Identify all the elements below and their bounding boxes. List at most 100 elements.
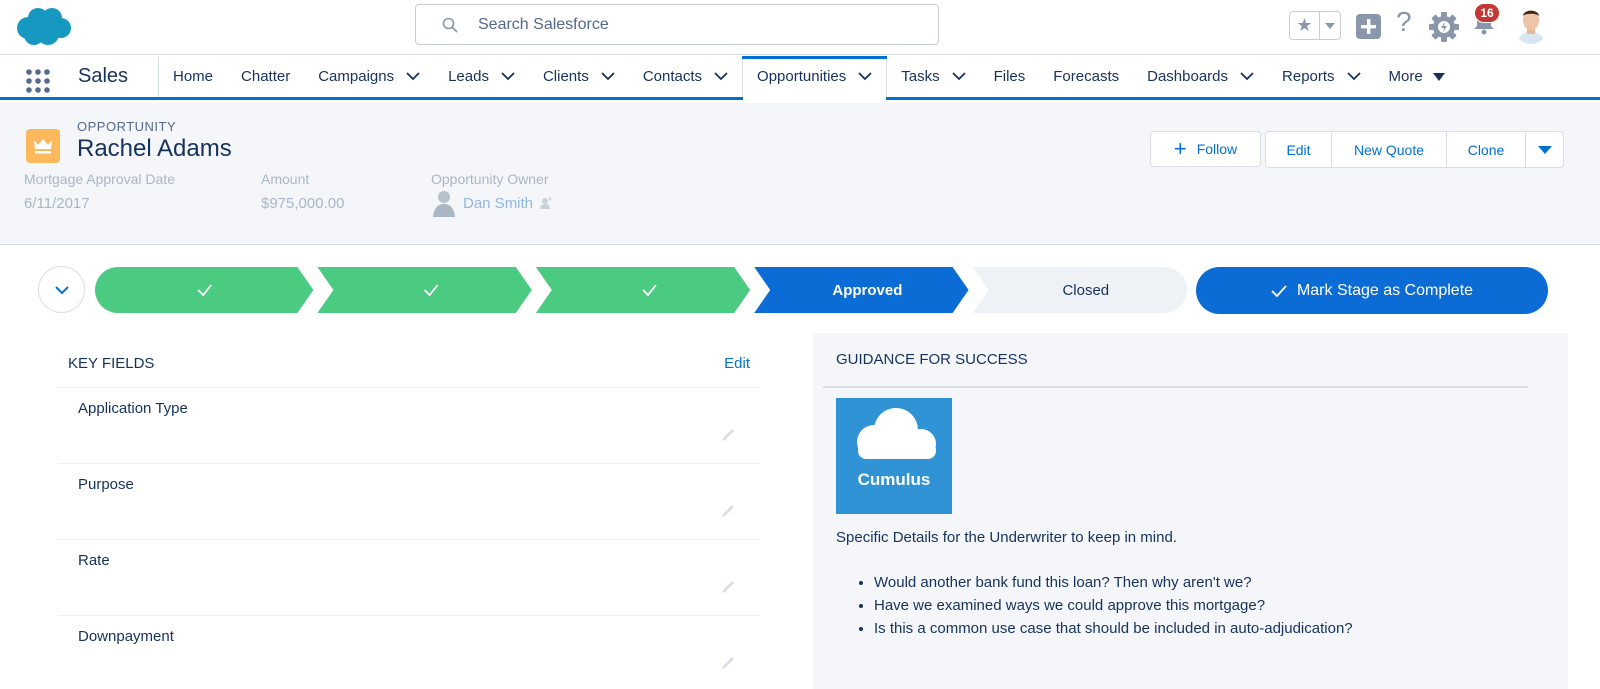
app-name: Sales: [78, 65, 129, 87]
follow-label: Follow: [1196, 141, 1238, 157]
edit-pencil-icon[interactable]: [720, 504, 736, 518]
key-field-label: Downpayment: [78, 628, 174, 645]
favorites-button[interactable]: ★: [1289, 11, 1341, 40]
nav-item-label: Dashboards: [1147, 68, 1229, 85]
key-fields-list: Application Type Purpose Rate Downpayment: [58, 388, 760, 689]
sales-path: Approved Closed: [95, 267, 1187, 313]
nav-item-leads[interactable]: Leads: [434, 56, 529, 97]
cloud-icon: [857, 408, 936, 459]
nav-item-reports[interactable]: Reports: [1268, 56, 1375, 97]
field-label: Opportunity Owner: [431, 171, 549, 187]
nav-item-chatter[interactable]: Chatter: [227, 56, 304, 97]
mark-complete-label: Mark Stage as Complete: [1296, 281, 1474, 299]
field-label: Mortgage Approval Date: [24, 171, 175, 187]
user-avatar[interactable]: [1513, 4, 1549, 44]
change-owner-icon[interactable]: [539, 196, 553, 210]
chevron-down-icon[interactable]: [1240, 72, 1254, 81]
key-field-label: Application Type: [78, 400, 188, 417]
header-field-approval-date: Mortgage Approval Date 6/11/2017: [24, 171, 175, 212]
record-actions-group: Edit New Quote Clone: [1265, 131, 1564, 168]
path-details-toggle[interactable]: [38, 266, 85, 313]
guidance-bullet: Have we examined ways we could approve t…: [874, 594, 1353, 617]
edit-pencil-icon[interactable]: [720, 428, 736, 442]
chevron-down-icon[interactable]: [501, 72, 515, 81]
caret-down-icon: [1325, 22, 1335, 29]
owner-avatar: [433, 191, 455, 217]
nav-item-tasks[interactable]: Tasks: [887, 56, 979, 97]
chevron-down-icon[interactable]: [714, 72, 728, 81]
edit-pencil-icon[interactable]: [720, 580, 736, 594]
nav-item-label: Forecasts: [1053, 68, 1120, 85]
clone-button[interactable]: Clone: [1447, 132, 1526, 167]
nav-item-forecasts[interactable]: Forecasts: [1039, 56, 1133, 97]
global-actions-add-icon[interactable]: [1356, 14, 1381, 39]
setup-gear-icon[interactable]: [1428, 11, 1460, 43]
field-value: $975,000.00: [261, 195, 345, 212]
record-header: OPPORTUNITY Rachel Adams Mortgage Approv…: [0, 103, 1600, 245]
nav-item-campaigns[interactable]: Campaigns: [304, 56, 434, 97]
chevron-down-icon: [54, 285, 69, 294]
field-value: 6/11/2017: [24, 195, 90, 212]
opportunity-crown-icon: [26, 129, 60, 163]
global-header: Search Salesforce ★ ? 16: [0, 0, 1600, 55]
path-stage-1-complete[interactable]: [95, 267, 314, 313]
nav-item-label: Campaigns: [318, 68, 395, 85]
guidance-bullet: Is this a common use case that should be…: [874, 617, 1353, 640]
nav-more-label: More: [1388, 68, 1423, 85]
nav-item-label: Home: [173, 68, 214, 85]
global-search-input[interactable]: Search Salesforce: [415, 4, 939, 45]
notification-count-badge: 16: [1474, 3, 1500, 23]
key-field-label: Rate: [78, 552, 110, 569]
nav-item-label: Opportunities: [757, 68, 847, 85]
nav-item-opportunities[interactable]: Opportunities: [742, 56, 888, 100]
caret-down-icon: [1432, 72, 1445, 81]
new-quote-button[interactable]: New Quote: [1332, 132, 1447, 167]
salesforce-logo[interactable]: [14, 6, 72, 46]
cumulus-logo: Cumulus: [836, 398, 952, 514]
key-fields-section: KEY FIELDS Edit Application Type Purpose R…: [58, 340, 760, 689]
nav-item-label: Clients: [542, 68, 589, 85]
nav-item-clients[interactable]: Clients: [529, 56, 629, 97]
guidance-for-success-panel: GUIDANCE FOR SUCCESS Cumulus Specific De…: [813, 333, 1568, 689]
follow-button[interactable]: + Follow: [1150, 131, 1261, 167]
chevron-down-icon[interactable]: [951, 72, 966, 81]
edit-pencil-icon[interactable]: [720, 656, 736, 670]
key-fields-edit-link[interactable]: Edit: [724, 355, 750, 372]
checkmark-icon: [1271, 284, 1287, 297]
key-field-row: Downpayment: [58, 616, 760, 689]
owner-value: Dan Smith: [431, 189, 553, 217]
nav-item-files[interactable]: Files: [980, 56, 1040, 97]
nav-item-dashboards[interactable]: Dashboards: [1133, 56, 1268, 97]
key-field-row: Purpose: [58, 464, 760, 540]
chevron-down-icon[interactable]: [1346, 72, 1361, 81]
guidance-bullet: Would another bank fund this loan? Then …: [874, 571, 1353, 594]
nav-item-contacts[interactable]: Contacts: [629, 56, 742, 97]
chevron-down-icon[interactable]: [601, 72, 615, 81]
nav-more-menu[interactable]: More: [1375, 56, 1459, 97]
owner-link[interactable]: Dan Smith: [463, 195, 533, 212]
more-actions-button[interactable]: [1526, 132, 1563, 167]
key-field-label: Purpose: [78, 476, 134, 493]
key-field-row: Rate: [58, 540, 760, 616]
plus-icon: +: [1173, 136, 1187, 161]
guidance-title: GUIDANCE FOR SUCCESS: [823, 333, 1528, 388]
help-icon[interactable]: ?: [1396, 6, 1412, 38]
chevron-down-icon[interactable]: [406, 72, 420, 81]
favorites-dropdown-button[interactable]: [1320, 12, 1340, 39]
chevron-down-icon[interactable]: [858, 72, 872, 81]
path-stage-2-complete[interactable]: [317, 267, 532, 313]
search-placeholder: Search Salesforce: [478, 15, 609, 33]
app-launcher-icon[interactable]: [25, 68, 51, 94]
header-field-owner: Opportunity Owner Dan Smith: [431, 171, 553, 217]
nav-item-label: Reports: [1282, 68, 1335, 85]
nav-item-label: Files: [993, 68, 1026, 85]
edit-button[interactable]: Edit: [1266, 132, 1332, 167]
nav-item-home[interactable]: Home: [159, 56, 227, 97]
record-type-label: OPPORTUNITY: [77, 119, 177, 134]
key-field-row: Application Type: [58, 388, 760, 464]
record-title: Rachel Adams: [77, 135, 232, 162]
search-icon: [442, 17, 458, 32]
favorites-star-icon[interactable]: ★: [1290, 12, 1320, 39]
path-stage-label: Approved: [832, 281, 903, 299]
mark-stage-complete-button[interactable]: Mark Stage as Complete: [1196, 267, 1548, 314]
